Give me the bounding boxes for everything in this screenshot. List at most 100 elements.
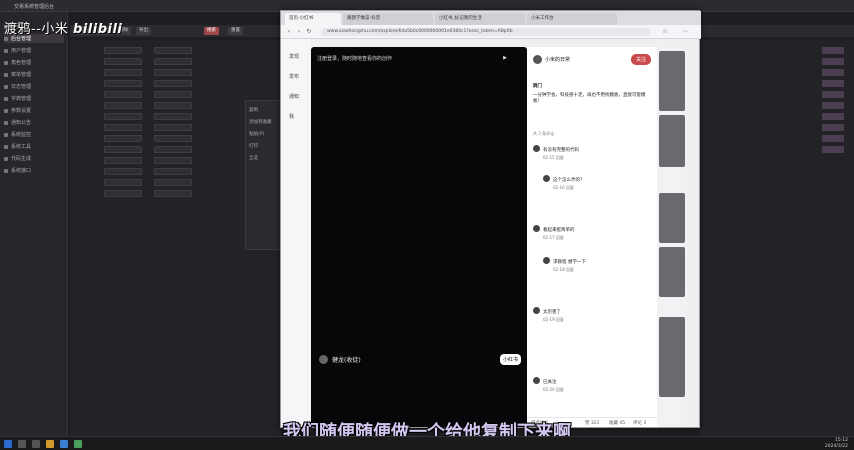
row-action-button[interactable] (822, 102, 844, 109)
form-field[interactable] (104, 146, 142, 153)
form-field[interactable] (154, 124, 192, 131)
form-field[interactable] (154, 168, 192, 175)
row-action-button[interactable] (822, 113, 844, 120)
table-row (704, 90, 850, 99)
context-menu-item[interactable]: 复制 (249, 107, 258, 113)
brand-badge[interactable]: 小红书 (499, 354, 521, 365)
sidebar-item[interactable]: 系统工具 (4, 142, 64, 151)
thumbnail[interactable] (659, 51, 685, 111)
context-menu-item[interactable]: 添加到收藏 (249, 119, 272, 125)
form-field[interactable] (104, 168, 142, 175)
form-field[interactable] (154, 80, 192, 87)
thumbnail[interactable] (659, 193, 685, 243)
sidebar-item[interactable]: 日志管理 (4, 82, 64, 91)
form-field[interactable] (104, 69, 142, 76)
row-action-button[interactable] (822, 69, 844, 76)
form-field[interactable] (154, 102, 192, 109)
form-field[interactable] (104, 190, 142, 197)
system-clock[interactable]: 15:12 2024/3/22 (825, 438, 848, 450)
form-field[interactable] (104, 135, 142, 142)
form-field[interactable] (154, 190, 192, 197)
toolbar-reset-button[interactable]: 重置 (228, 27, 243, 35)
form-field[interactable] (154, 91, 192, 98)
app-icon[interactable] (74, 440, 82, 448)
comment-text: 有没有完整的代码 (543, 148, 579, 153)
row-action-button[interactable] (822, 91, 844, 98)
form-field[interactable] (154, 58, 192, 65)
menu-icon (4, 72, 8, 77)
browser-tab[interactable]: 首页-小红书 (285, 13, 341, 25)
refresh-icon[interactable]: ↻ (305, 28, 313, 36)
row-action-button[interactable] (822, 135, 844, 142)
form-field[interactable] (104, 102, 142, 109)
nav-discover[interactable]: 发现 (289, 53, 299, 60)
form-field[interactable] (154, 179, 192, 186)
form-field[interactable] (154, 69, 192, 76)
context-menu: 复制 添加到收藏 粘贴(P) 打印 全选 (245, 100, 285, 250)
row-action-button[interactable] (822, 80, 844, 87)
form-field[interactable] (154, 113, 192, 120)
follow-button[interactable]: 关注 (630, 54, 651, 65)
form-field[interactable] (104, 58, 142, 65)
avatar (533, 307, 540, 314)
url-field[interactable]: www.xiaohongshu.com/explore/64a5b0c00000… (321, 28, 651, 36)
form-field[interactable] (104, 91, 142, 98)
video-player[interactable]: 注册登录，随时随地查看你的创作 ▶ 健龙(收徒) 小红书 (311, 47, 527, 427)
search-icon[interactable] (18, 440, 26, 448)
sidebar-item[interactable]: 代码生成 (4, 154, 64, 163)
browser-tab[interactable]: 小米工作台 (527, 13, 617, 25)
forward-icon[interactable]: › (295, 28, 303, 36)
sidebar-item[interactable]: 系统接口 (4, 166, 64, 175)
thumbnail[interactable] (659, 317, 685, 397)
browser-icon[interactable] (60, 440, 68, 448)
form-field[interactable] (104, 113, 142, 120)
table-row (704, 123, 850, 132)
sidebar-item[interactable]: 角色管理 (4, 58, 64, 67)
toolbar-export-button[interactable]: 导出 (136, 27, 151, 35)
sidebar-item[interactable]: 通知公告 (4, 118, 64, 127)
folder-icon[interactable] (46, 440, 54, 448)
form-field[interactable] (154, 47, 192, 54)
form-field[interactable] (104, 179, 142, 186)
context-menu-item[interactable]: 打印 (249, 143, 258, 149)
sidebar-item[interactable]: 用户管理 (4, 46, 64, 55)
comment-text: 这个怎么弄的？ (553, 178, 585, 183)
toolbar-search-button[interactable]: 搜索 (204, 27, 219, 35)
form-field[interactable] (104, 157, 142, 164)
nav-notify[interactable]: 通知 (289, 93, 299, 100)
form-field[interactable] (104, 124, 142, 131)
sidebar-item[interactable]: 参数设置 (4, 106, 64, 115)
start-icon[interactable] (4, 440, 12, 448)
back-icon[interactable]: ‹ (285, 28, 293, 36)
menu-icon (4, 156, 8, 161)
sidebar-item[interactable]: 菜单管理 (4, 70, 64, 79)
menu-icon[interactable]: ⋯ (681, 28, 689, 36)
taskview-icon[interactable] (32, 440, 40, 448)
row-action-button[interactable] (822, 124, 844, 131)
video-author[interactable]: 健龙(收徒) (319, 355, 361, 364)
thumbnail[interactable] (659, 115, 685, 167)
form-field[interactable] (154, 135, 192, 142)
thumbnail[interactable] (659, 247, 685, 297)
context-menu-item[interactable]: 全选 (249, 155, 258, 161)
play-icon[interactable]: ▶ (503, 55, 507, 61)
form-row (74, 112, 274, 121)
form-field[interactable] (104, 80, 142, 87)
nav-me[interactable]: 我 (289, 113, 294, 120)
nav-publish[interactable]: 发布 (289, 73, 299, 80)
browser-tab[interactable]: 小红书_标记我的生活 (435, 13, 525, 25)
row-action-button[interactable] (822, 146, 844, 153)
browser-tab[interactable]: 跟我学做菜-抖音 (343, 13, 433, 25)
row-action-button[interactable] (822, 47, 844, 54)
star-icon[interactable]: ☆ (661, 28, 669, 36)
form-field[interactable] (104, 47, 142, 54)
form-field[interactable] (154, 146, 192, 153)
context-menu-item[interactable]: 粘贴(P) (249, 131, 264, 137)
sidebar-item[interactable]: 系统监控 (4, 130, 64, 139)
sidebar-item[interactable]: 字典管理 (4, 94, 64, 103)
post-author[interactable]: 小米的日常 (533, 55, 570, 64)
form-field[interactable] (154, 157, 192, 164)
post-title: 跳门 (533, 84, 542, 89)
row-action-button[interactable] (822, 58, 844, 65)
sidebar-item-label: 字典管理 (11, 96, 32, 102)
